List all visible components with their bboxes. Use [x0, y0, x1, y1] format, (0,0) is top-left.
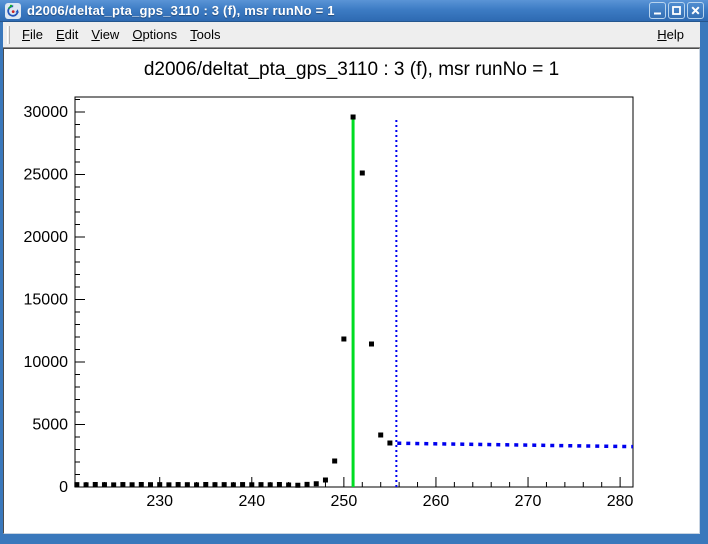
root-app-icon — [5, 3, 21, 19]
svg-text:20000: 20000 — [24, 229, 69, 246]
svg-text:15000: 15000 — [24, 292, 69, 309]
menu-item-help[interactable]: Help — [651, 25, 690, 44]
maximize-icon[interactable] — [668, 2, 685, 19]
svg-text:240: 240 — [238, 493, 265, 510]
svg-text:25000: 25000 — [24, 167, 69, 184]
svg-text:230: 230 — [146, 493, 173, 510]
root-canvas-window: d2006/deltat_pta_gps_3110 : 3 (f), msr r… — [0, 0, 708, 544]
minimize-icon[interactable] — [649, 2, 666, 19]
menu-item-file[interactable]: File — [16, 25, 49, 44]
window-controls — [649, 2, 704, 19]
histogram-plot[interactable]: 230 240 250 260 270 280 0 5000 10000 15000 20000 25… — [4, 49, 699, 533]
menu-item-options[interactable]: Options — [126, 25, 183, 44]
menu-item-view[interactable]: View — [85, 25, 125, 44]
svg-text:250: 250 — [331, 493, 358, 510]
menubar-grip[interactable] — [7, 26, 10, 44]
titlebar[interactable]: d2006/deltat_pta_gps_3110 : 3 (f), msr r… — [0, 0, 708, 22]
svg-text:270: 270 — [515, 493, 542, 510]
menu-item-tools[interactable]: Tools — [184, 25, 226, 44]
svg-text:0: 0 — [59, 479, 68, 496]
svg-text:5000: 5000 — [32, 417, 68, 434]
window-title: d2006/deltat_pta_gps_3110 : 3 (f), msr r… — [27, 3, 335, 18]
svg-text:10000: 10000 — [24, 354, 69, 371]
svg-text:280: 280 — [607, 493, 634, 510]
close-icon[interactable] — [687, 2, 704, 19]
menubar: File Edit View Options Tools Help — [3, 22, 700, 48]
svg-text:30000: 30000 — [24, 104, 69, 121]
plot-canvas[interactable]: d2006/deltat_pta_gps_3110 : 3 (f), msr r… — [3, 48, 700, 534]
menu-item-edit[interactable]: Edit — [50, 25, 84, 44]
svg-text:260: 260 — [423, 493, 450, 510]
